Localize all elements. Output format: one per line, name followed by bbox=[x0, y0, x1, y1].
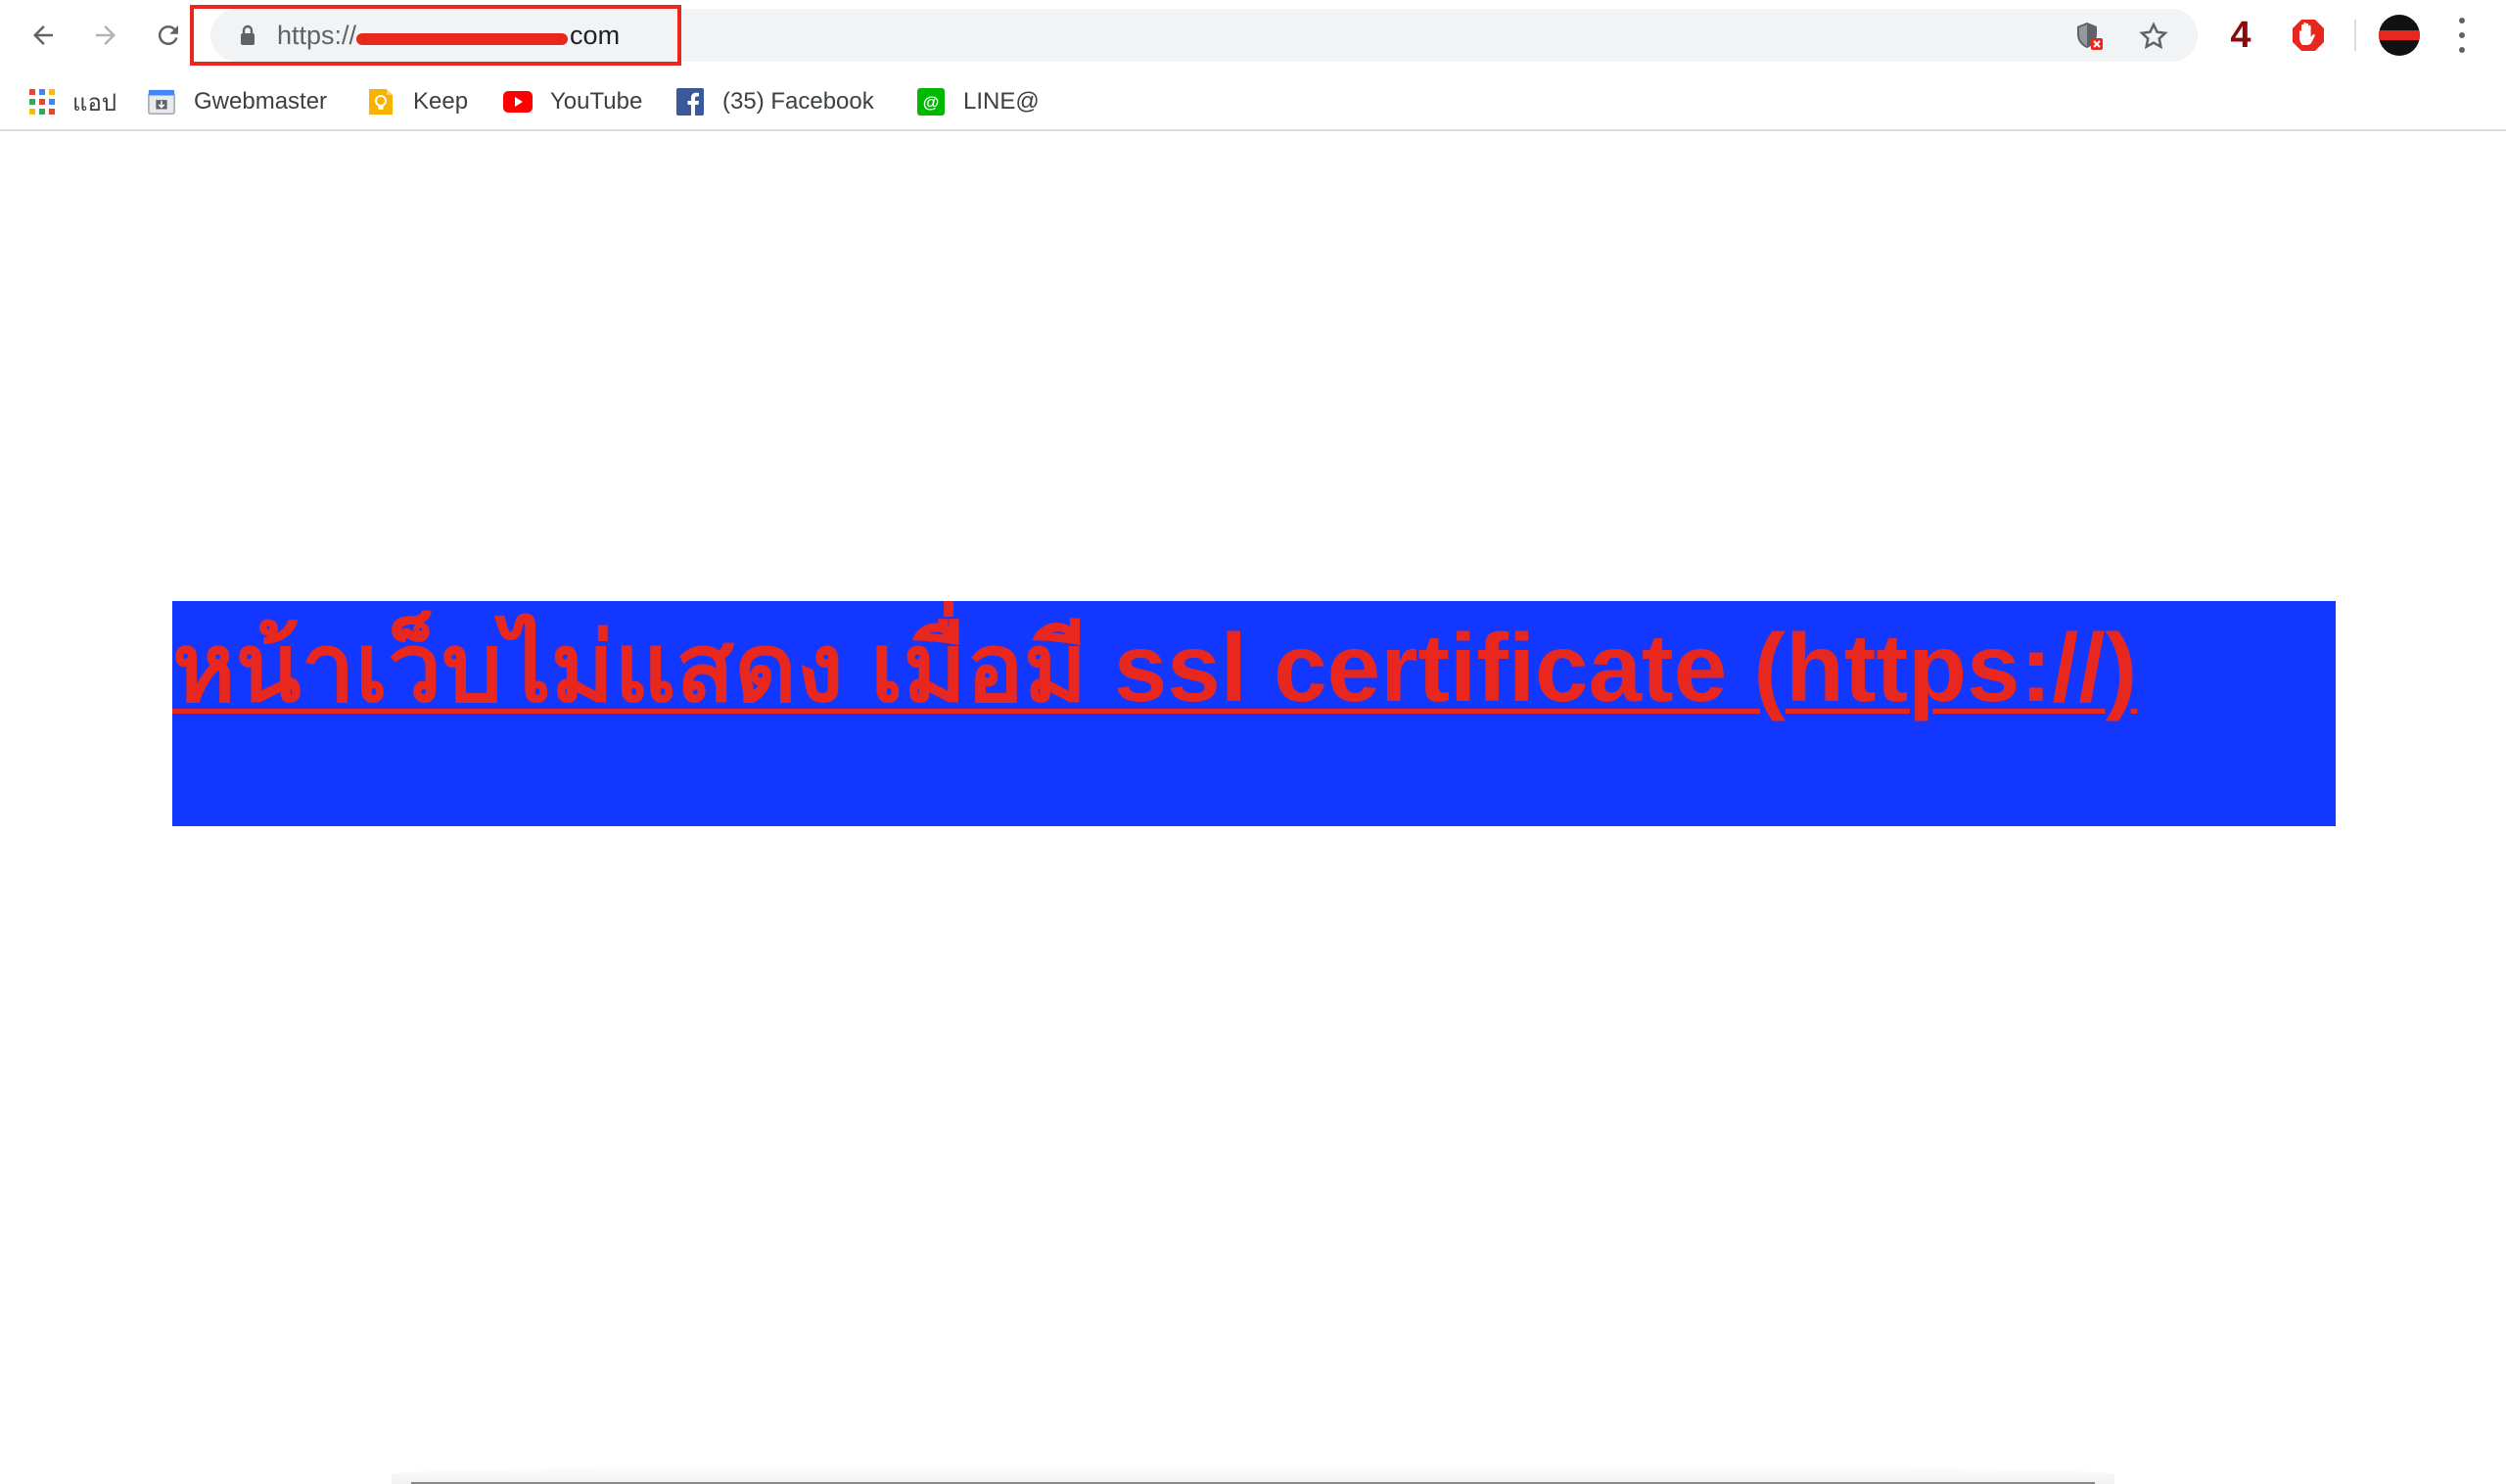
bookmark-line-at[interactable]: @ LINE@ bbox=[916, 82, 1040, 121]
bookmark-label: Gwebmaster bbox=[194, 88, 328, 115]
blocked-content-shield-icon[interactable] bbox=[2073, 21, 2105, 52]
reload-icon bbox=[158, 25, 178, 46]
adblock-extension-button[interactable] bbox=[2289, 14, 2328, 57]
bookmark-label: Keep bbox=[413, 88, 469, 115]
bookmark-youtube[interactable]: YouTube bbox=[503, 82, 642, 121]
bookmark-label: (35) Facebook bbox=[722, 88, 874, 115]
bookmark-facebook[interactable]: (35) Facebook bbox=[675, 82, 874, 121]
back-arrow-icon bbox=[33, 25, 53, 45]
bottom-panel-shadow bbox=[392, 1464, 2114, 1484]
line-at-icon: @ bbox=[916, 87, 946, 116]
bookmarks-bar: แอป Gwebmaster Keep YouTube (35) Faceboo… bbox=[0, 76, 2506, 131]
page-heading-link[interactable]: หน้าเว็บไม่แสดง เมื่อมี ssl certificate … bbox=[172, 609, 2137, 726]
browser-menu-button[interactable] bbox=[2447, 18, 2477, 53]
menu-dot-icon bbox=[2459, 32, 2465, 38]
forward-button[interactable] bbox=[82, 12, 129, 59]
bookmark-keep[interactable]: Keep bbox=[366, 82, 468, 121]
hero-banner: หน้าเว็บไม่แสดง เมื่อมี ssl certificate … bbox=[172, 601, 2336, 826]
profile-avatar[interactable] bbox=[2379, 15, 2420, 56]
bookmark-label: YouTube bbox=[550, 88, 643, 115]
browser-toolbar: https://com 4 bbox=[0, 0, 2506, 70]
bookmark-label: LINE@ bbox=[963, 88, 1040, 115]
avatar-redaction-mark bbox=[2379, 30, 2420, 40]
bookmark-label: แอป bbox=[72, 89, 117, 116]
bookmark-gwebmaster[interactable]: Gwebmaster bbox=[147, 82, 327, 121]
address-highlight-box bbox=[190, 5, 681, 66]
toolbar-divider bbox=[2354, 20, 2356, 51]
svg-text:@: @ bbox=[923, 93, 940, 112]
menu-dot-icon bbox=[2459, 18, 2465, 23]
extension-badge-button[interactable]: 4 bbox=[2224, 14, 2257, 57]
bookmark-star-icon[interactable] bbox=[2138, 21, 2169, 52]
webmaster-icon bbox=[147, 87, 176, 116]
menu-dot-icon bbox=[2459, 47, 2465, 53]
facebook-icon bbox=[675, 87, 705, 116]
bookmark-apps[interactable]: แอป bbox=[27, 82, 116, 121]
keep-bulb-icon bbox=[366, 87, 395, 116]
adblock-hand-icon bbox=[2293, 20, 2324, 51]
forward-arrow-icon bbox=[96, 25, 116, 45]
extension-badge-count: 4 bbox=[2230, 14, 2251, 56]
reload-button[interactable] bbox=[145, 12, 192, 59]
youtube-icon bbox=[503, 87, 533, 116]
back-button[interactable] bbox=[20, 12, 67, 59]
apps-grid-icon bbox=[27, 87, 57, 116]
web-page-content: หน้าเว็บไม่แสดง เมื่อมี ssl certificate … bbox=[0, 133, 2506, 1484]
